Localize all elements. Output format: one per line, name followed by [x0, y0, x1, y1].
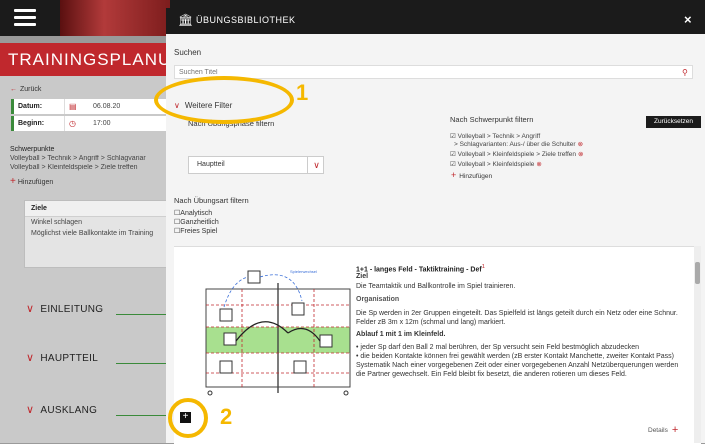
uebungsart-filter-title: Nach Übungsart filtern — [174, 196, 249, 205]
page-title: TRAININGSPLANUNG — [0, 43, 166, 76]
modal-header: 🏛 ÜBUNGSBIBLIOTHEK × — [166, 8, 705, 34]
ziel-item: Winkel schlagen — [31, 219, 82, 226]
divider — [116, 363, 166, 364]
add-schwerpunkt-button[interactable]: + Hinzufügen — [10, 176, 53, 187]
organisation-heading: Organisation — [356, 296, 400, 303]
calendar-icon: ▤ — [69, 102, 77, 111]
schwerpunkt-filter-item[interactable]: ☑ Volleyball > Technik > Angriff — [450, 132, 540, 140]
scrollbar-thumb[interactable] — [695, 262, 700, 284]
organisation-text: Die Sp werden in 2er Gruppen eingeteilt.… — [356, 310, 678, 326]
search-label: Suchen — [174, 48, 202, 57]
add-schwerpunkt-filter-button[interactable]: + Hinzufügen — [451, 170, 492, 180]
net-post — [207, 390, 213, 396]
section-label: HAUPTTEIL — [40, 353, 99, 364]
player-box — [219, 360, 233, 374]
arrow-left-icon: ← — [10, 86, 17, 93]
schwerpunkt-filter-item: > Schlagvarianten: Aus-/ über die Schult… — [454, 140, 583, 148]
player-box — [223, 332, 237, 346]
annotation-circle — [168, 398, 208, 438]
player-box — [319, 334, 333, 348]
hamburger-menu-icon[interactable] — [14, 9, 36, 27]
chevron-down-icon: ∨ — [26, 352, 35, 364]
annotation-number: 2 — [220, 404, 233, 429]
remove-icon[interactable]: ⊗ — [578, 141, 583, 148]
schwerpunkt-filter-label: ☑ Volleyball > Kleinfeldspiele > Ziele t… — [450, 151, 577, 158]
rotation-arrow — [223, 276, 249, 308]
schwerpunkt-item: Volleyball > Kleinfeldspiele > Ziele tre… — [10, 164, 138, 171]
checkbox-ganzheitlich[interactable]: ☐Ganzheitlich — [174, 218, 219, 226]
exercise-diagram: Spielerwechsel — [205, 269, 351, 396]
scrollbar[interactable] — [694, 246, 701, 443]
divider — [116, 314, 166, 315]
plus-icon: + — [451, 170, 457, 180]
clock-icon: ◷ — [69, 119, 76, 128]
checkbox-freies-spiel[interactable]: ☐Freies Spiel — [174, 227, 217, 235]
section-label: EINLEITUNG — [40, 304, 104, 315]
exercise-title-sup: 1 — [481, 264, 485, 270]
time-label: Beginn: — [18, 120, 45, 127]
chevron-down-icon: ∨ — [26, 404, 35, 416]
back-label: Zurück — [20, 86, 42, 93]
section-ausklang[interactable]: ∨ AUSKLANG — [26, 403, 97, 416]
modal-title: ÜBUNGSBIBLIOTHEK — [196, 15, 296, 25]
schwerpunkt-filter-item[interactable]: ☑ Volleyball > Kleinfeldspiele ⊗ — [450, 160, 542, 168]
checkbox-analytisch[interactable]: ☐Analytisch — [174, 209, 212, 217]
ablauf-bullet: • die beiden Kontakte können frei gewähl… — [356, 353, 679, 378]
ablauf-heading: Ablauf 1 mit 1 im Kleinfeld. — [356, 331, 446, 338]
schwerpunkt-filter-item[interactable]: ☑ Volleyball > Kleinfeldspiele > Ziele t… — [450, 150, 584, 158]
player-box — [291, 302, 305, 316]
annotation-ellipse — [154, 76, 294, 124]
ziel-item: Möglichst viele Ballkontakte im Training — [31, 230, 154, 237]
bank-icon: 🏛 — [178, 13, 194, 27]
phase-select[interactable]: Hauptteil ∨ — [188, 156, 324, 174]
player-box — [247, 270, 261, 284]
schwerpunkt-filter-label: ☑ Volleyball > Technik > Angriff — [450, 133, 541, 140]
exercise-card: Spielerwechsel 1+1 - langes Feld - Takti… — [174, 246, 701, 444]
ziele-header: Ziele — [25, 201, 167, 217]
section-einleitung[interactable]: ∨ EINLEITUNG — [26, 302, 103, 315]
chevron-down-icon: ∨ — [307, 157, 325, 173]
time-row: Beginn: 17:00 ◷ — [11, 116, 169, 131]
ziel-heading: Ziel — [356, 273, 369, 280]
search-input[interactable] — [174, 65, 693, 79]
schwerpunkt-filter-label: > Schlagvarianten: Aus-/ über die Schult… — [454, 141, 576, 148]
back-link[interactable]: ← Zurück — [10, 86, 41, 93]
remove-icon[interactable]: ⊗ — [536, 161, 541, 168]
schwerpunkte-title: Schwerpunkte — [10, 146, 55, 153]
rotation-arrow — [259, 274, 303, 302]
schwerpunkt-filter-title: Nach Schwerpunkt filtern — [450, 115, 534, 124]
details-label: Details — [648, 427, 668, 434]
exercise-title[interactable]: 1+1 - langes Feld - Taktiktraining - Def… — [356, 264, 485, 273]
ziele-box: Ziele Winkel schlagen Möglichst viele Ba… — [24, 200, 168, 268]
divider — [116, 415, 166, 416]
schwerpunkt-item: Volleyball > Technik > Angriff > Schlagv… — [10, 155, 146, 162]
uebungsbibliothek-modal: 🏛 ÜBUNGSBIBLIOTHEK × Suchen ⚲ ∨Weitere F… — [166, 8, 705, 444]
add-label: Hinzufügen — [17, 179, 54, 186]
details-link[interactable]: Details + — [648, 424, 678, 436]
add-label: Hinzufügen — [459, 173, 493, 180]
annotation-number: 1 — [296, 80, 309, 105]
section-hauptteil[interactable]: ∨ HAUPTTEIL — [26, 351, 98, 364]
date-row: Datum: 06.08.20 ▤ — [11, 99, 169, 114]
header-photo — [60, 0, 170, 36]
net-post — [343, 390, 349, 396]
chevron-down-icon: ∨ — [26, 303, 35, 315]
player-box — [219, 308, 233, 322]
player-box — [293, 360, 307, 374]
schwerpunkt-filter-label: ☑ Volleyball > Kleinfeldspiele — [450, 161, 535, 168]
remove-icon[interactable]: ⊗ — [578, 151, 583, 158]
exercise-title-text: 1+1 - langes Feld - Taktiktraining - Def — [356, 266, 482, 274]
ziel-text: Die Teamtaktik und Ballkontrolle im Spie… — [356, 283, 516, 290]
diagram-label: Spielerwechsel — [290, 269, 317, 274]
plus-icon: + — [10, 176, 16, 187]
close-button[interactable]: × — [684, 12, 692, 27]
search-icon[interactable]: ⚲ — [682, 68, 688, 77]
date-label: Datum: — [18, 103, 43, 110]
reset-button[interactable]: Zurücksetzen — [646, 116, 701, 128]
phase-selected-value: Hauptteil — [197, 161, 225, 168]
section-label: AUSKLANG — [40, 405, 98, 416]
plus-icon: + — [671, 424, 679, 436]
ablauf-bullet: • jeder Sp darf den Ball 2 mal berühren,… — [356, 344, 639, 351]
